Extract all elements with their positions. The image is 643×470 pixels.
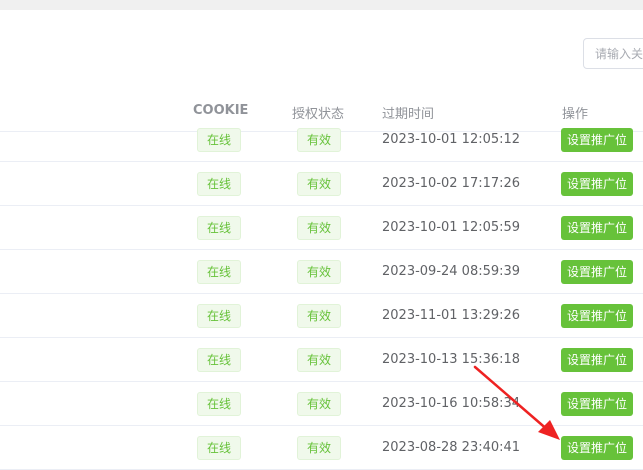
table-row: 在线 有效 2023-10-13 15:36:18 设置推广位 bbox=[0, 338, 643, 382]
table-row: 在线 有效 2023-10-01 12:05:59 设置推广位 bbox=[0, 206, 643, 250]
column-header-cookie: COOKIE bbox=[193, 103, 249, 118]
set-promotion-slot-button[interactable]: 设置推广位 bbox=[561, 216, 633, 240]
expiry-time: 2023-09-24 08:59:39 bbox=[382, 264, 521, 279]
table-row: 在线 有效 2023-10-01 12:05:12 设置推广位 bbox=[0, 118, 643, 162]
expiry-time: 2023-11-01 13:29:26 bbox=[382, 308, 521, 323]
set-promotion-slot-button[interactable]: 设置推广位 bbox=[561, 128, 633, 152]
expiry-time: 2023-10-01 12:05:59 bbox=[382, 220, 521, 235]
auth-status-tag: 有效 bbox=[297, 172, 342, 196]
cookie-status-tag: 在线 bbox=[197, 128, 242, 152]
table-row: 在线 有效 2023-08-28 23:40:41 设置推广位 bbox=[0, 426, 643, 470]
expiry-time: 2023-10-01 12:05:12 bbox=[382, 132, 521, 147]
expiry-time: 2023-10-16 10:58:34 bbox=[382, 396, 521, 411]
auth-status-tag: 有效 bbox=[297, 260, 342, 284]
table-row: 在线 有效 2023-10-16 10:58:34 设置推广位 bbox=[0, 382, 643, 426]
auth-status-tag: 有效 bbox=[297, 436, 342, 460]
auth-status-tag: 有效 bbox=[297, 216, 342, 240]
expiry-time: 2023-10-02 17:17:26 bbox=[382, 176, 521, 191]
cookie-status-tag: 在线 bbox=[197, 436, 242, 460]
search-field[interactable] bbox=[583, 38, 643, 69]
set-promotion-slot-button[interactable]: 设置推广位 bbox=[561, 304, 633, 328]
set-promotion-slot-button[interactable]: 设置推广位 bbox=[561, 172, 633, 196]
expiry-time: 2023-08-28 23:40:41 bbox=[382, 440, 521, 455]
set-promotion-slot-button[interactable]: 设置推广位 bbox=[561, 348, 633, 372]
table-row: 在线 有效 2023-10-02 17:17:26 设置推广位 bbox=[0, 162, 643, 206]
cookie-status-tag: 在线 bbox=[197, 392, 242, 416]
set-promotion-slot-button[interactable]: 设置推广位 bbox=[561, 392, 633, 416]
set-promotion-slot-button[interactable]: 设置推广位 bbox=[561, 436, 633, 460]
expiry-time: 2023-10-13 15:36:18 bbox=[382, 352, 521, 367]
table-row: 在线 有效 2023-11-01 13:29:26 设置推广位 bbox=[0, 294, 643, 338]
set-promotion-slot-button[interactable]: 设置推广位 bbox=[561, 260, 633, 284]
auth-status-tag: 有效 bbox=[297, 392, 342, 416]
cookie-status-tag: 在线 bbox=[197, 348, 242, 372]
table-row: 在线 有效 2023-09-24 08:59:39 设置推广位 bbox=[0, 250, 643, 294]
search-input[interactable] bbox=[584, 39, 643, 68]
auth-status-tag: 有效 bbox=[297, 348, 342, 372]
top-bar bbox=[0, 0, 643, 10]
cookie-status-tag: 在线 bbox=[197, 304, 242, 328]
auth-status-tag: 有效 bbox=[297, 304, 342, 328]
cookie-status-tag: 在线 bbox=[197, 172, 242, 196]
cookie-status-tag: 在线 bbox=[197, 260, 242, 284]
auth-status-tag: 有效 bbox=[297, 128, 342, 152]
cookie-status-tag: 在线 bbox=[197, 216, 242, 240]
